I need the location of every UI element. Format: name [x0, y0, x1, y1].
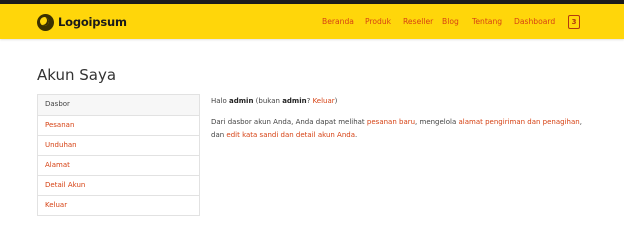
- nav-produk[interactable]: Produk: [365, 17, 391, 26]
- nav-dashboard[interactable]: Dashboard: [514, 17, 555, 26]
- sidebar-item-keluar[interactable]: Keluar: [38, 195, 199, 215]
- desc-text-4: .: [355, 131, 358, 139]
- cart-button[interactable]: 3: [568, 15, 580, 29]
- sidebar-item-unduhan[interactable]: Unduhan: [38, 135, 199, 155]
- dashboard-description: Dari dasbor akun Anda, Anda dapat meliha…: [211, 116, 591, 142]
- greeting-close: ): [334, 97, 338, 105]
- account-details-link[interactable]: edit kata sandi dan detail akun Anda: [226, 131, 355, 139]
- greeting-hello: Halo: [211, 97, 227, 105]
- desc-text-2: , mengelola: [415, 118, 457, 126]
- greeting-user2: admin: [282, 97, 307, 105]
- sidebar-item-dasbor[interactable]: Dasbor: [38, 95, 199, 115]
- logo-icon: [37, 13, 54, 31]
- greeting-user: admin: [229, 97, 254, 105]
- addresses-link[interactable]: alamat pengiriman dan penagihan: [459, 118, 580, 126]
- sidebar-item-detail-akun[interactable]: Detail Akun: [38, 175, 199, 195]
- greeting-text: Halo admin (bukan admin? Keluar): [211, 95, 591, 108]
- page-title: Akun Saya: [37, 66, 117, 84]
- desc-text-1: Dari dasbor akun Anda, Anda dapat meliha…: [211, 118, 365, 126]
- sidebar-item-pesanan[interactable]: Pesanan: [38, 115, 199, 135]
- greeting-question: ?: [306, 97, 311, 105]
- site-header: Logoipsum Beranda Produk Reseller Blog T…: [0, 4, 624, 39]
- sidebar-item-alamat[interactable]: Alamat: [38, 155, 199, 175]
- account-sidebar: Dasbor Pesanan Unduhan Alamat Detail Aku…: [37, 94, 200, 216]
- site-logo[interactable]: Logoipsum: [37, 13, 127, 31]
- nav-blog[interactable]: Blog: [442, 17, 459, 26]
- nav-beranda[interactable]: Beranda: [322, 17, 354, 26]
- logout-link[interactable]: Keluar: [313, 97, 335, 105]
- nav-tentang[interactable]: Tentang: [472, 17, 502, 26]
- nav-reseller[interactable]: Reseller: [403, 17, 433, 26]
- orders-link[interactable]: pesanan baru: [367, 118, 415, 126]
- dashboard-content: Halo admin (bukan admin? Keluar) Dari da…: [211, 95, 591, 150]
- cart-count: 3: [571, 18, 577, 26]
- logo-text: Logoipsum: [58, 15, 127, 29]
- greeting-not: (bukan: [255, 97, 280, 105]
